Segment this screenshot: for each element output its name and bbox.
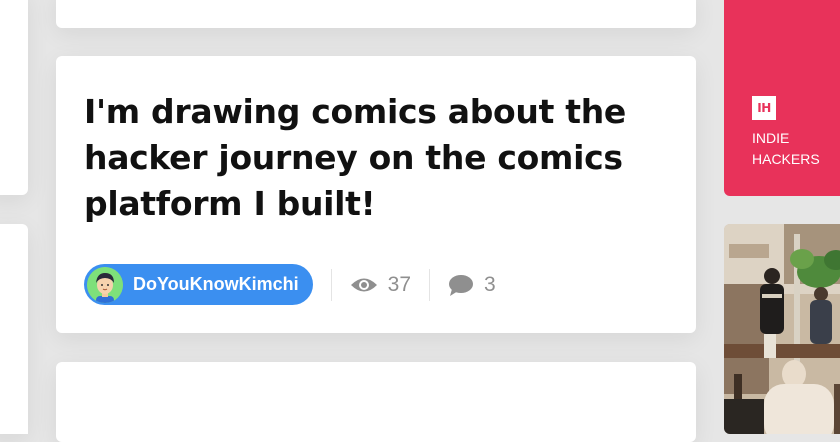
- view-count-value: 37: [387, 272, 412, 296]
- post-card[interactable]: I'm drawing comics about the hacker jour…: [56, 56, 696, 333]
- adjacent-post-card[interactable]: [0, 224, 28, 434]
- ih-logo: IH: [752, 96, 776, 120]
- eye-icon: [350, 278, 377, 291]
- author-link[interactable]: DoYouKnowKimchi: [84, 264, 313, 305]
- brand-name-line1: INDIE: [752, 130, 790, 146]
- brand-name: INDIE HACKERS: [752, 128, 840, 170]
- divider: [429, 268, 431, 301]
- adjacent-post-card[interactable]: [0, 0, 28, 195]
- comment-count-value: 3: [484, 272, 496, 296]
- brand-name-line2: HACKERS: [752, 151, 820, 167]
- view-count: 37: [350, 273, 411, 297]
- divider: [330, 268, 332, 301]
- comment-count[interactable]: 3: [448, 273, 496, 297]
- previous-post-card[interactable]: [56, 0, 696, 28]
- post-meta: DoYouKnowKimchi 37 3: [84, 264, 496, 305]
- post-title[interactable]: I'm drawing comics about the hacker jour…: [84, 89, 644, 227]
- avatar: [87, 266, 123, 303]
- indie-hackers-banner[interactable]: IH INDIE HACKERS: [724, 0, 840, 196]
- author-name[interactable]: DoYouKnowKimchi: [133, 274, 299, 295]
- speech-bubble-icon: [449, 274, 474, 296]
- cafe-photo[interactable]: [724, 224, 840, 434]
- next-post-card[interactable]: [56, 362, 696, 442]
- cafe-photo-image: [724, 224, 840, 434]
